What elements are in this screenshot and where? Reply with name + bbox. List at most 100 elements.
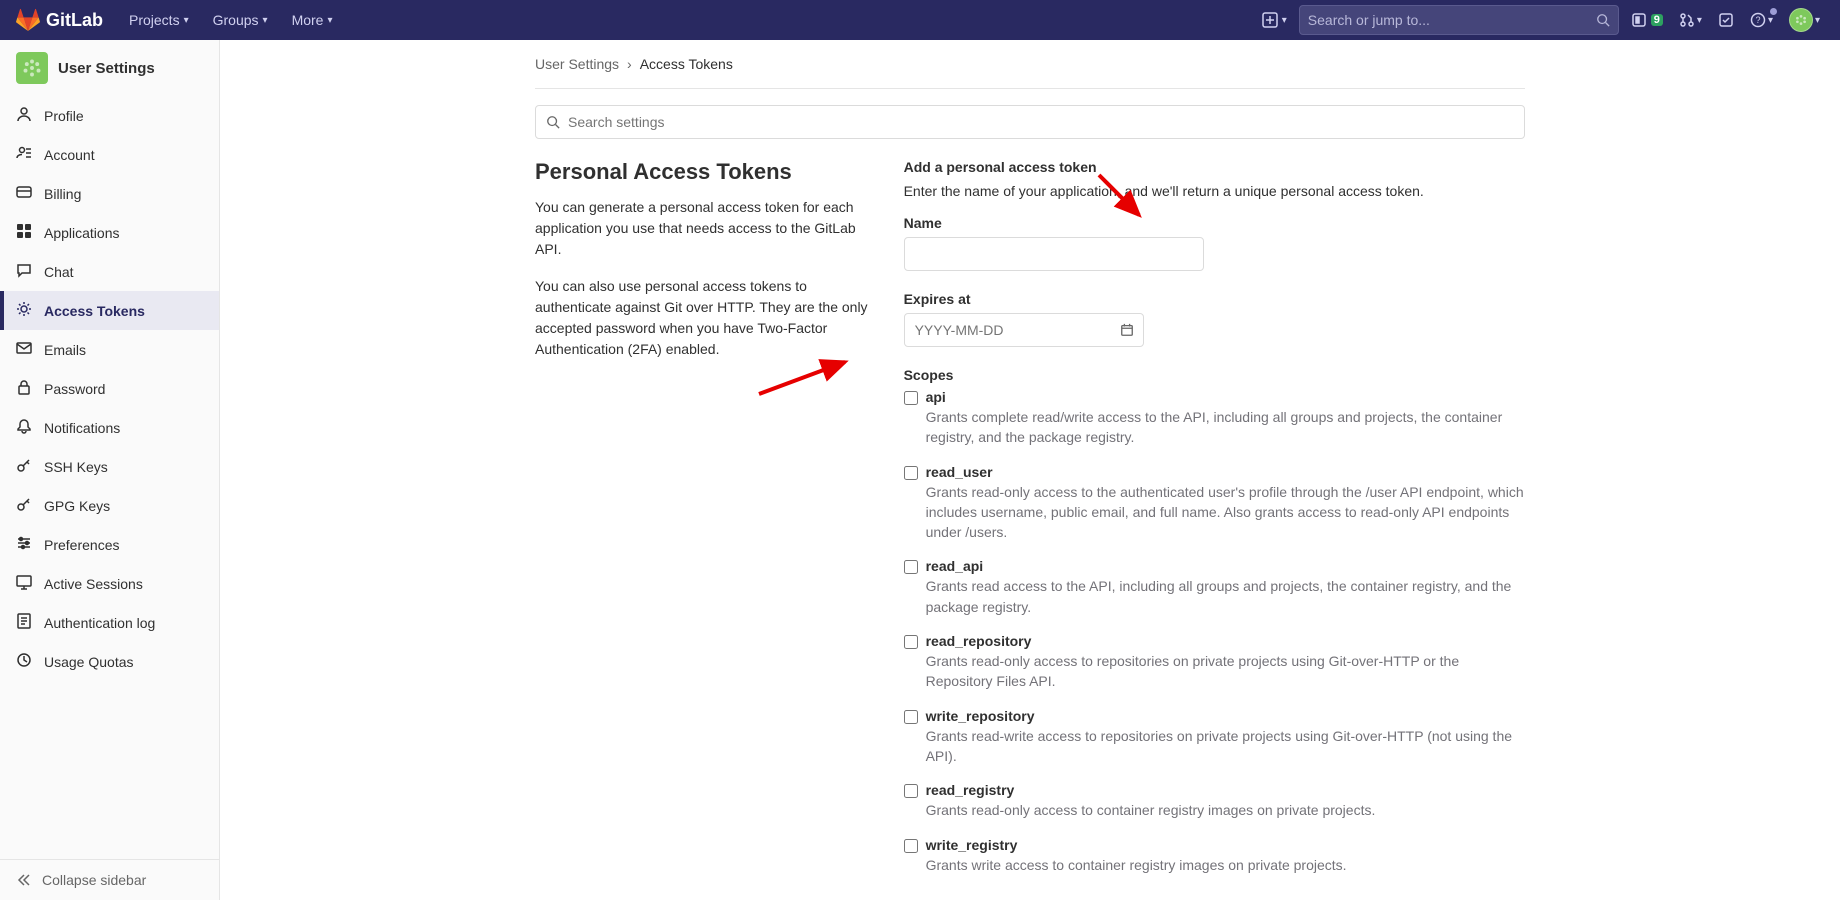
sidebar-item-label: Password (44, 381, 105, 397)
scope-checkbox-write_repository[interactable] (904, 710, 918, 724)
chevron-down-icon: ▾ (1815, 15, 1820, 26)
collapse-icon (16, 872, 32, 888)
log-icon (16, 613, 32, 632)
sidebar-item-label: Preferences (44, 537, 119, 553)
chevron-down-icon: ▾ (327, 15, 332, 26)
sidebar-item-authentication-log[interactable]: Authentication log (0, 603, 219, 642)
todos-icon[interactable] (1714, 8, 1738, 32)
scope-checkbox-read_user[interactable] (904, 466, 918, 480)
scope-name: read_api (926, 558, 1525, 574)
sidebar-item-label: Authentication log (44, 615, 155, 631)
name-label: Name (904, 215, 1525, 231)
collapse-sidebar[interactable]: Collapse sidebar (0, 859, 219, 900)
sidebar-item-applications[interactable]: Applications (0, 213, 219, 252)
page-desc-2: You can also use personal access tokens … (535, 276, 872, 360)
topbar: GitLab Projects▾ Groups▾ More▾ ▾ 9 ▾ ? ▾ (0, 0, 1840, 40)
merge-requests-icon[interactable]: ▾ (1675, 8, 1706, 32)
sidebar-item-account[interactable]: Account (0, 135, 219, 174)
card-icon (16, 184, 32, 203)
scope-checkbox-api[interactable] (904, 391, 918, 405)
sidebar-item-label: Applications (44, 225, 120, 241)
expires-input[interactable] (904, 313, 1144, 347)
help-icon[interactable]: ? ▾ (1746, 8, 1777, 32)
sidebar-item-billing[interactable]: Billing (0, 174, 219, 213)
form-heading: Add a personal access token (904, 159, 1525, 175)
scope-desc: Grants read-only access to the authentic… (926, 482, 1525, 543)
sidebar-header[interactable]: User Settings (0, 40, 219, 96)
scope-name: write_repository (926, 708, 1525, 724)
settings-search[interactable] (535, 105, 1525, 139)
breadcrumb-separator: › (627, 56, 632, 72)
sidebar-item-preferences[interactable]: Preferences (0, 525, 219, 564)
plus-square-icon (1262, 12, 1278, 28)
logo[interactable]: GitLab (16, 8, 103, 32)
sidebar-item-profile[interactable]: Profile (0, 96, 219, 135)
settings-search-input[interactable] (568, 114, 1514, 130)
scope-name: read_user (926, 464, 1525, 480)
calendar-icon[interactable] (1120, 323, 1134, 337)
scope-checkbox-read_repository[interactable] (904, 635, 918, 649)
mr-icon (1679, 12, 1695, 28)
scope-name: write_registry (926, 837, 1525, 853)
sidebar-item-notifications[interactable]: Notifications (0, 408, 219, 447)
sidebar-avatar (16, 52, 48, 84)
sidebar-item-access-tokens[interactable]: Access Tokens (0, 291, 219, 330)
breadcrumb-current: Access Tokens (640, 56, 733, 72)
issues-icon[interactable]: 9 (1627, 8, 1667, 32)
scope-api: apiGrants complete read/write access to … (904, 389, 1525, 448)
quota-icon (16, 652, 32, 671)
form-sub: Enter the name of your application, and … (904, 183, 1525, 199)
page-title: Personal Access Tokens (535, 159, 872, 185)
sidebar-item-label: Billing (44, 186, 81, 202)
key-icon (16, 496, 32, 515)
sidebar-item-label: Emails (44, 342, 86, 358)
sidebar-item-password[interactable]: Password (0, 369, 219, 408)
sidebar-item-ssh-keys[interactable]: SSH Keys (0, 447, 219, 486)
scope-read_user: read_user Grants read-only access to the … (904, 464, 1525, 543)
plus-button[interactable]: ▾ (1258, 8, 1291, 32)
key-icon (16, 457, 32, 476)
sidebar-item-label: Account (44, 147, 95, 163)
user-icon (16, 106, 32, 125)
bell-icon (16, 418, 32, 437)
scope-checkbox-write_registry[interactable] (904, 839, 918, 853)
sidebar-item-chat[interactable]: Chat (0, 252, 219, 291)
scope-checkbox-read_registry[interactable] (904, 784, 918, 798)
content: User Settings › Access Tokens Personal A… (220, 40, 1840, 900)
chevron-down-icon: ▾ (1768, 15, 1773, 26)
issues-badge: 9 (1651, 14, 1663, 26)
sidebar: User Settings Profile Account Billing Appli… (0, 40, 220, 900)
scope-write_repository: write_repositoryGrants read-write access… (904, 708, 1525, 767)
expires-label: Expires at (904, 291, 1525, 307)
breadcrumb-parent[interactable]: User Settings (535, 56, 619, 72)
scope-checkbox-read_api[interactable] (904, 560, 918, 574)
sidebar-item-usage-quotas[interactable]: Usage Quotas (0, 642, 219, 681)
scope-desc: Grants complete read/write access to the… (926, 407, 1525, 448)
name-input[interactable] (904, 237, 1204, 271)
breadcrumb: User Settings › Access Tokens (535, 56, 1525, 89)
sidebar-item-emails[interactable]: Emails (0, 330, 219, 369)
sidebar-item-label: GPG Keys (44, 498, 110, 514)
user-menu[interactable]: ▾ (1785, 4, 1824, 36)
apps-icon (16, 223, 32, 242)
sidebar-item-label: Active Sessions (44, 576, 143, 592)
svg-text:?: ? (1755, 15, 1760, 25)
global-search[interactable] (1299, 5, 1619, 35)
gitlab-icon (16, 8, 40, 32)
scope-read_registry: read_registryGrants read-only access to … (904, 782, 1525, 820)
sidebar-menu: Profile Account Billing Applications ChatAcc… (0, 96, 219, 859)
search-input[interactable] (1308, 12, 1596, 28)
topbar-right: ▾ 9 ▾ ? ▾ ▾ (1258, 4, 1824, 36)
lock-icon (16, 379, 32, 398)
nav-more[interactable]: More▾ (282, 6, 343, 34)
chevron-down-icon: ▾ (263, 15, 268, 26)
nav-projects[interactable]: Projects▾ (119, 6, 199, 34)
nav-groups[interactable]: Groups▾ (203, 6, 278, 34)
top-nav: Projects▾ Groups▾ More▾ (119, 6, 343, 34)
search-icon (546, 115, 560, 129)
scope-name: read_repository (926, 633, 1525, 649)
todo-icon (1718, 12, 1734, 28)
scope-read_api: read_apiGrants read access to the API, i… (904, 558, 1525, 617)
sidebar-item-active-sessions[interactable]: Active Sessions (0, 564, 219, 603)
sidebar-item-gpg-keys[interactable]: GPG Keys (0, 486, 219, 525)
